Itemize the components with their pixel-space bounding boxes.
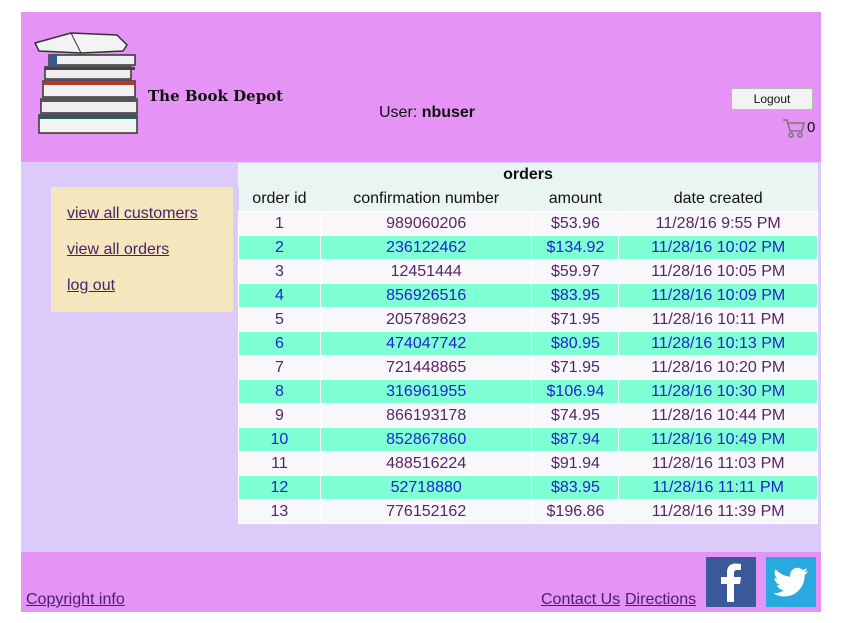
order-id-cell: 2 xyxy=(238,235,321,260)
amount-cell: $53.96 xyxy=(531,211,620,236)
date-created-cell: 11/28/16 9:55 PM xyxy=(618,211,818,236)
date-created-cell: 11/28/16 10:49 PM xyxy=(618,427,818,452)
table-row: 11 488516224 $91.94 11/28/16 11:03 PM xyxy=(238,451,818,476)
date-created-cell: 11/28/16 10:44 PM xyxy=(618,403,818,428)
date-created-cell: 11/28/16 10:02 PM xyxy=(618,235,818,260)
table-row: 8 316961955 $106.94 11/28/16 10:30 PM xyxy=(238,379,818,404)
order-id-cell: 7 xyxy=(238,355,321,380)
amount-cell: $71.95 xyxy=(531,355,620,380)
order-id-cell: 3 xyxy=(238,259,321,284)
order-id-cell: 8 xyxy=(238,379,321,404)
twitter-icon[interactable] xyxy=(766,557,816,607)
order-id-cell: 10 xyxy=(238,427,321,452)
table-row: 1 989060206 $53.96 11/28/16 9:55 PM xyxy=(238,211,818,236)
amount-cell: $106.94 xyxy=(531,379,620,404)
table-row: 9 866193178 $74.95 11/28/16 10:44 PM xyxy=(238,403,818,428)
facebook-icon[interactable] xyxy=(706,557,756,607)
amount-cell: $91.94 xyxy=(531,451,620,476)
confirmation-number-cell: 856926516 xyxy=(319,283,533,308)
column-header: amount xyxy=(531,187,619,212)
footer: Copyright info Contact Us Directions xyxy=(21,552,821,612)
date-created-cell: 11/28/16 10:13 PM xyxy=(618,331,818,356)
page: The Book Depot User: nbuser Logout 0 vie… xyxy=(21,12,821,612)
date-created-cell: 11/28/16 10:20 PM xyxy=(618,355,818,380)
orders-section: orders order id confirmation number amou… xyxy=(238,163,818,524)
view-all-orders-link[interactable]: view all orders xyxy=(67,241,169,259)
view-all-customers-link[interactable]: view all customers xyxy=(67,205,198,223)
logout-button[interactable]: Logout xyxy=(731,88,813,110)
sidebar-menu: view all customers view all orders log o… xyxy=(51,187,233,312)
amount-cell: $59.97 xyxy=(531,259,620,284)
confirmation-number-cell: 776152162 xyxy=(319,499,533,524)
date-created-cell: 11/28/16 10:30 PM xyxy=(618,379,818,404)
order-id-cell: 5 xyxy=(238,307,321,332)
table-row: 12 52718880 $83.95 11/28/16 11:11 PM xyxy=(238,475,818,500)
table-row: 13 776152162 $196.86 11/28/16 11:39 PM xyxy=(238,499,818,524)
amount-cell: $196.86 xyxy=(531,499,620,524)
order-id-cell: 9 xyxy=(238,403,321,428)
confirmation-number-cell: 316961955 xyxy=(319,379,533,404)
amount-cell: $83.95 xyxy=(531,475,620,500)
table-row: 2 236122462 $134.92 11/28/16 10:02 PM xyxy=(238,235,818,260)
confirmation-number-cell: 852867860 xyxy=(319,427,533,452)
orders-table: orders order id confirmation number amou… xyxy=(238,163,818,524)
confirmation-number-cell: 236122462 xyxy=(319,235,533,260)
confirmation-number-cell: 866193178 xyxy=(319,403,533,428)
order-id-cell: 6 xyxy=(238,331,321,356)
column-header: order id xyxy=(238,187,321,212)
table-row: 3 12451444 $59.97 11/28/16 10:05 PM xyxy=(238,259,818,284)
table-row: 5 205789623 $71.95 11/28/16 10:11 PM xyxy=(238,307,818,332)
order-id-cell: 1 xyxy=(238,211,321,236)
confirmation-number-cell: 721448865 xyxy=(319,355,533,380)
table-row: 4 856926516 $83.95 11/28/16 10:09 PM xyxy=(238,283,818,308)
table-row: 7 721448865 $71.95 11/28/16 10:20 PM xyxy=(238,355,818,380)
date-created-cell: 11/28/16 10:05 PM xyxy=(618,259,818,284)
orders-body: 1 989060206 $53.96 11/28/16 9:55 PM 2 2361224… xyxy=(238,211,818,524)
amount-cell: $134.92 xyxy=(531,235,620,260)
site-title: The Book Depot xyxy=(148,87,284,105)
date-created-cell: 11/28/16 10:11 PM xyxy=(618,307,818,332)
order-id-cell: 13 xyxy=(238,499,321,524)
confirmation-number-cell: 12451444 xyxy=(319,259,533,284)
username: nbuser xyxy=(421,104,476,121)
user-label: User: xyxy=(379,104,418,121)
confirmation-number-cell: 205789623 xyxy=(319,307,533,332)
directions-link[interactable]: Directions xyxy=(625,591,696,609)
date-created-cell: 11/28/16 11:11 PM xyxy=(618,475,818,500)
amount-cell: $80.95 xyxy=(531,331,620,356)
book-stack-logo xyxy=(33,32,138,134)
confirmation-number-cell: 474047742 xyxy=(319,331,533,356)
table-row: 6 474047742 $80.95 11/28/16 10:13 PM xyxy=(238,331,818,356)
confirmation-number-cell: 989060206 xyxy=(319,211,533,236)
column-header: date created xyxy=(618,187,818,212)
order-id-cell: 4 xyxy=(238,283,321,308)
contact-us-link[interactable]: Contact Us xyxy=(541,591,620,609)
cart-count: 0 xyxy=(807,119,816,136)
table-row: 10 852867860 $87.94 11/28/16 10:49 PM xyxy=(238,427,818,452)
date-created-cell: 11/28/16 10:09 PM xyxy=(618,283,818,308)
copyright-link[interactable]: Copyright info xyxy=(26,591,125,609)
amount-cell: $83.95 xyxy=(531,283,620,308)
orders-caption: orders xyxy=(238,163,818,187)
column-header: confirmation number xyxy=(320,187,532,212)
order-id-cell: 12 xyxy=(238,475,321,500)
twitter-bird-glyph xyxy=(773,567,808,597)
amount-cell: $87.94 xyxy=(531,427,620,452)
header: The Book Depot User: nbuser Logout 0 xyxy=(21,12,821,162)
confirmation-number-cell: 488516224 xyxy=(319,451,533,476)
amount-cell: $74.95 xyxy=(531,403,620,428)
date-created-cell: 11/28/16 11:03 PM xyxy=(618,451,818,476)
facebook-glyph xyxy=(721,563,741,602)
log-out-link[interactable]: log out xyxy=(67,277,115,295)
order-id-cell: 11 xyxy=(238,451,321,476)
amount-cell: $71.95 xyxy=(531,307,620,332)
date-created-cell: 11/28/16 11:39 PM xyxy=(618,499,818,524)
confirmation-number-cell: 52718880 xyxy=(319,475,533,500)
user-indicator: User: nbuser xyxy=(379,104,475,122)
shopping-cart-icon[interactable] xyxy=(782,118,806,138)
orders-header-row: order id confirmation number amount date… xyxy=(238,187,818,212)
